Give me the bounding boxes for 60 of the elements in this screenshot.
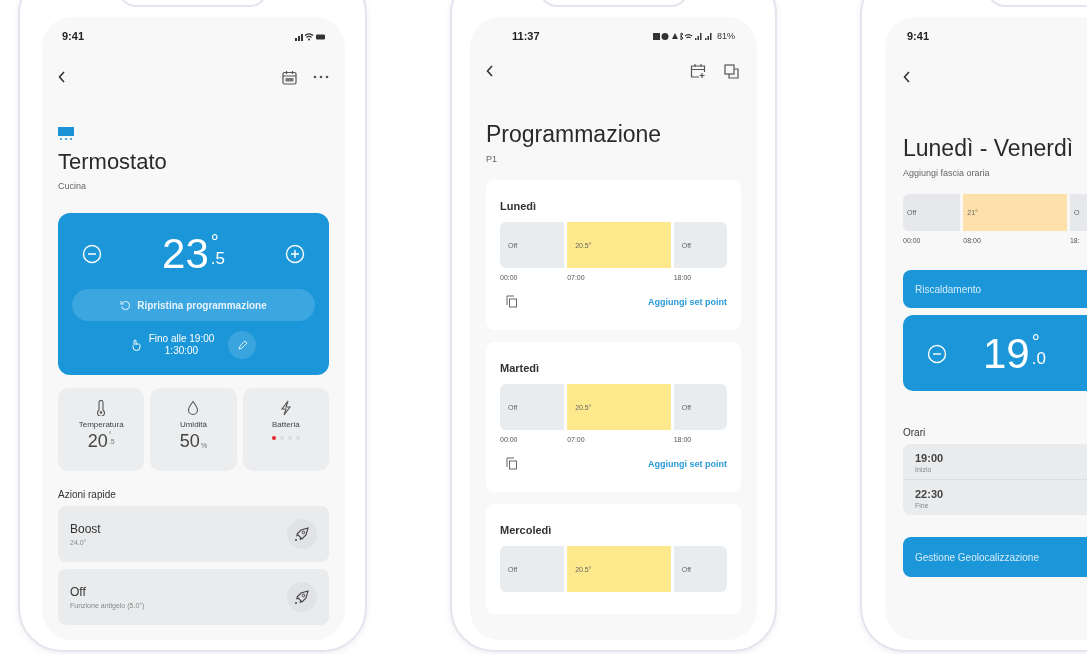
setpoint-value: 23 xyxy=(162,233,209,275)
degree-symbol: ° xyxy=(1031,333,1040,351)
more-icon[interactable] xyxy=(313,75,329,79)
mode-bar[interactable]: Riscaldamento xyxy=(903,270,1087,308)
minus-icon[interactable] xyxy=(82,244,102,264)
copy-icon[interactable] xyxy=(506,457,518,470)
hand-icon xyxy=(130,339,141,351)
pencil-icon xyxy=(236,339,248,351)
day-name: Lunedì xyxy=(500,200,538,212)
room-label: Cucina xyxy=(58,181,87,191)
override-until: Fino alle 19:00 xyxy=(148,332,215,345)
screen-title: Lunedì - Venerdì xyxy=(903,135,1075,162)
add-time-slot-label: Aggiungi fascia oraria xyxy=(903,168,991,178)
tile-label: Temperatura xyxy=(78,420,124,429)
screen-title: Programmazione xyxy=(486,121,663,148)
thermometer-icon xyxy=(95,400,108,416)
degree-symbol: ° xyxy=(210,233,219,251)
day-name: Mercoledì xyxy=(500,524,553,536)
add-setpoint-link[interactable]: Aggiungi set point xyxy=(648,458,727,469)
status-icons-drawing xyxy=(295,31,325,41)
calendar-icon[interactable] xyxy=(282,69,297,85)
status-time: 9:41 xyxy=(62,30,85,42)
thermostat-device-icon xyxy=(58,127,74,141)
rocket-icon xyxy=(287,519,317,549)
override-remaining: 1:30:00 xyxy=(164,345,199,358)
minus-icon[interactable] xyxy=(927,344,947,364)
back-icon[interactable] xyxy=(903,71,911,83)
section-title: Azioni rapide xyxy=(58,489,117,500)
battery-percent: 81% xyxy=(717,31,735,41)
setpoint-decimal: .0 xyxy=(1031,351,1046,367)
hour-value[interactable]: 22:30 xyxy=(915,488,1075,500)
section-title: Orari xyxy=(903,427,927,438)
status-time: 9:41 xyxy=(907,30,930,42)
copy-icon[interactable] xyxy=(506,295,518,308)
device-title: Termostato xyxy=(58,149,168,175)
plus-icon[interactable] xyxy=(285,244,305,264)
action-title: Off xyxy=(70,585,87,599)
add-setpoint-link[interactable]: Aggiungi set point xyxy=(648,296,727,307)
status-time: 11:37 xyxy=(512,30,540,42)
tile-value: 20 xyxy=(87,431,108,452)
day-name: Martedì xyxy=(500,362,541,374)
setpoint-decimal: .5 xyxy=(210,251,225,267)
rocket-icon xyxy=(287,582,317,612)
tile-value: 50 xyxy=(179,431,200,452)
lightning-icon xyxy=(279,400,292,416)
copy-icon[interactable] xyxy=(724,63,739,79)
tile-label: Batteria xyxy=(272,420,300,429)
profile-label: P1 xyxy=(486,154,498,164)
droplet-icon xyxy=(187,400,200,416)
back-icon[interactable] xyxy=(486,65,494,77)
geolocation-button[interactable]: Gestione Geolocalizzazione xyxy=(903,537,1087,577)
action-title: Boost xyxy=(70,522,102,536)
hour-value[interactable]: 19:00 xyxy=(915,452,1075,464)
sensor-tile[interactable]: Batteria xyxy=(242,388,329,471)
tile-label: Umidità xyxy=(179,420,208,429)
reset-icon xyxy=(120,299,132,311)
calendar-add-icon[interactable] xyxy=(690,63,706,79)
back-icon[interactable] xyxy=(58,71,66,83)
setpoint-value: 19 xyxy=(983,333,1030,375)
status-icons-drawing xyxy=(653,31,715,41)
